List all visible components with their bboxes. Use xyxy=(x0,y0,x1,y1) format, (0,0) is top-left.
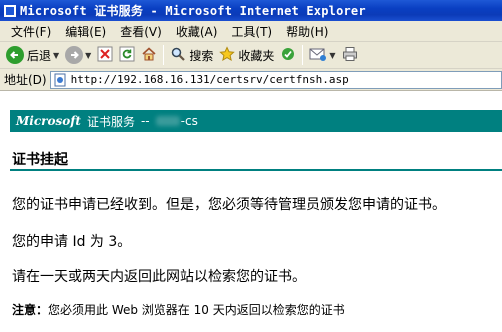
banner-brand: Microsoft xyxy=(16,114,81,128)
mail-icon xyxy=(309,46,327,65)
toolbar-separator xyxy=(302,45,304,65)
note-text: 您必须用此 Web 浏览器在 10 天内返回以检索您的证书 xyxy=(48,303,345,317)
page-heading: 证书挂起 xyxy=(12,152,68,168)
note: 注意：您必须用此 Web 浏览器在 10 天内返回以检索您的证书 xyxy=(12,301,345,318)
request-id-text: 您的申请 Id 为 3。 xyxy=(12,234,132,250)
favorites-button[interactable]: 收藏夹 xyxy=(216,44,277,67)
menu-tools[interactable]: 工具(T) xyxy=(224,23,279,40)
menu-view[interactable]: 查看(V) xyxy=(113,23,169,40)
return-instructions-text: 请在一天或两天内返回此网站以检索您的证书。 xyxy=(12,269,306,285)
window-title: Microsoft 证书服务 - Microsoft Internet Expl… xyxy=(20,4,366,18)
address-label: 地址(D) xyxy=(4,73,47,87)
stop-icon xyxy=(97,46,113,65)
search-button[interactable]: 搜索 xyxy=(167,44,216,67)
back-arrow-icon xyxy=(6,46,24,64)
media-button[interactable] xyxy=(277,44,299,67)
print-icon xyxy=(342,46,358,65)
search-icon xyxy=(170,46,186,65)
favorites-star-icon xyxy=(219,45,236,65)
page-content: Microsoft 证书服务 -- -cs 证书挂起 您的证书申请已经收到。但是… xyxy=(0,92,502,332)
banner-separator: -- xyxy=(140,114,150,128)
address-input[interactable]: http://192.168.16.131/certsrv/certfnsh.a… xyxy=(49,70,502,89)
ie-app-icon xyxy=(3,4,17,18)
print-button[interactable] xyxy=(339,44,361,67)
toolbar-separator xyxy=(163,45,165,65)
home-icon xyxy=(141,46,157,65)
toolbar: 后退 ▼ ▼ 搜索 收藏夹 ▼ xyxy=(0,42,502,69)
address-url: http://192.168.16.131/certsrv/certfnsh.a… xyxy=(70,73,349,86)
request-received-text: 您的证书申请已经收到。但是，您必须等待管理员颁发您申请的证书。 xyxy=(12,197,446,213)
mail-dropdown-icon[interactable]: ▼ xyxy=(329,51,335,60)
menu-favorites[interactable]: 收藏(A) xyxy=(169,23,225,40)
media-icon xyxy=(280,46,296,65)
address-bar: 地址(D) http://192.168.16.131/certsrv/cert… xyxy=(0,69,502,91)
forward-dropdown-icon[interactable]: ▼ xyxy=(85,51,91,60)
note-label: 注意： xyxy=(12,303,49,317)
banner-service-name: 证书服务 xyxy=(86,114,135,129)
back-label: 后退 xyxy=(27,48,52,63)
menu-help[interactable]: 帮助(H) xyxy=(279,23,335,40)
refresh-icon xyxy=(119,46,135,65)
back-button[interactable]: 后退 ▼ xyxy=(3,44,62,67)
home-button[interactable] xyxy=(138,44,160,67)
page-icon xyxy=(53,73,67,87)
cert-service-banner: Microsoft 证书服务 -- -cs xyxy=(10,110,502,132)
heading-divider xyxy=(10,169,502,171)
forward-button[interactable]: ▼ xyxy=(62,44,94,67)
refresh-button[interactable] xyxy=(116,44,138,67)
banner-ca-suffix: -cs xyxy=(180,114,198,128)
menu-edit[interactable]: 编辑(E) xyxy=(58,23,113,40)
forward-arrow-icon xyxy=(65,46,84,64)
back-dropdown-icon[interactable]: ▼ xyxy=(53,51,59,60)
mail-button[interactable]: ▼ xyxy=(306,44,338,67)
menu-bar: 文件(F) 编辑(E) 查看(V) 收藏(A) 工具(T) 帮助(H) xyxy=(0,21,502,42)
stop-button[interactable] xyxy=(94,44,116,67)
redacted-ca-name xyxy=(155,116,180,126)
window-title-bar[interactable]: Microsoft 证书服务 - Microsoft Internet Expl… xyxy=(0,0,502,21)
favorites-label: 收藏夹 xyxy=(238,48,275,63)
menu-file[interactable]: 文件(F) xyxy=(4,23,58,40)
search-label: 搜索 xyxy=(189,48,214,63)
